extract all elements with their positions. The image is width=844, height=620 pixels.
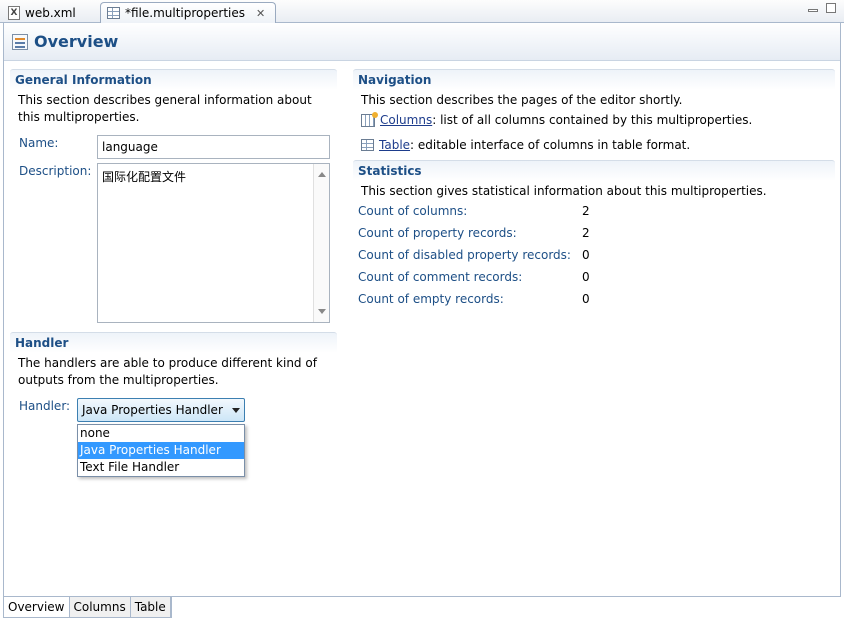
columns-icon — [361, 111, 378, 127]
window-controls — [808, 3, 836, 13]
handler-dropdown-list: none Java Properties Handler Text File H… — [77, 424, 245, 477]
tab-web-xml[interactable]: X web.xml — [2, 2, 98, 23]
stat-row: Count of comment records: 0 — [358, 270, 590, 284]
stat-row: Count of disabled property records: 0 — [358, 248, 590, 262]
table-link[interactable]: Table — [379, 138, 410, 152]
stat-label: Count of comment records: — [358, 270, 523, 284]
description-label: Description: — [19, 164, 92, 178]
scroll-down-icon[interactable] — [318, 309, 326, 314]
xml-file-icon: X — [8, 5, 20, 20]
maximize-icon[interactable] — [826, 3, 836, 13]
table-description: : editable interface of columns in table… — [410, 138, 691, 152]
section-description: This section gives statistical informati… — [361, 184, 767, 198]
statistics-section: Statistics This section gives statistica… — [353, 160, 835, 310]
stat-label: Count of property records: — [358, 226, 517, 240]
columns-description: : list of all columns contained by this … — [432, 113, 753, 127]
dropdown-option[interactable]: none — [78, 425, 244, 442]
scroll-up-icon[interactable] — [318, 172, 326, 177]
section-title: Handler — [10, 332, 337, 353]
tab-columns[interactable]: Columns — [70, 597, 131, 617]
stat-value: 2 — [582, 226, 590, 240]
section-description: This section describes the pages of the … — [361, 93, 683, 107]
dropdown-option[interactable]: Text File Handler — [78, 459, 244, 476]
editor-tab-bar: X web.xml *file.multiproperties ✕ — [0, 0, 844, 23]
stat-label: Count of disabled property records: — [358, 248, 571, 262]
nav-item-table: Table: editable interface of columns in … — [361, 138, 690, 152]
general-information-section: General Information This section describ… — [10, 69, 337, 327]
form-header: Overview — [4, 23, 840, 61]
tab-label: web.xml — [25, 5, 76, 20]
stat-label: Count of empty records: — [358, 292, 504, 306]
table-icon — [361, 139, 374, 151]
stat-row: Count of property records: 2 — [358, 226, 590, 240]
section-description: This section describes general informati… — [18, 93, 312, 124]
description-field[interactable]: 国际化配置文件 — [97, 163, 330, 323]
tab-label: *file.multiproperties — [125, 6, 245, 20]
stat-value: 0 — [582, 270, 590, 284]
stat-value: 0 — [582, 292, 590, 306]
tab-file-multiproperties[interactable]: *file.multiproperties ✕ — [100, 2, 276, 23]
section-description: The handlers are able to produce differe… — [18, 356, 317, 387]
dropdown-option-selected[interactable]: Java Properties Handler — [78, 442, 244, 459]
tab-overview[interactable]: Overview — [4, 597, 70, 617]
page-title: Overview — [34, 32, 119, 51]
navigation-section: Navigation This section describes the pa… — [353, 69, 835, 159]
chevron-down-icon — [232, 407, 240, 413]
handler-section: Handler The handlers are able to produce… — [10, 332, 337, 482]
editor-page-tabs: Overview Columns Table — [3, 597, 172, 618]
handler-label: Handler: — [19, 399, 71, 413]
stat-row: Count of columns: 2 — [358, 204, 590, 218]
section-title: Statistics — [353, 160, 835, 181]
handler-selected-value: Java Properties Handler — [82, 403, 223, 417]
description-text: 国际化配置文件 — [102, 170, 187, 184]
section-title: General Information — [10, 69, 337, 90]
editor-area: Overview General Information This sectio… — [3, 23, 841, 597]
stat-value: 0 — [582, 248, 590, 262]
stat-label: Count of columns: — [358, 204, 468, 218]
nav-item-columns: Columns: list of all columns contained b… — [361, 111, 753, 127]
minimize-icon[interactable] — [808, 9, 818, 12]
name-label: Name: — [19, 136, 59, 150]
name-field[interactable]: language — [97, 135, 330, 159]
stat-value: 2 — [582, 204, 590, 218]
tab-table[interactable]: Table — [131, 597, 171, 617]
handler-select[interactable]: Java Properties Handler — [77, 398, 245, 422]
section-title: Navigation — [353, 69, 835, 90]
description-scrollbar[interactable] — [313, 164, 329, 322]
overview-icon — [12, 33, 28, 50]
close-tab-icon[interactable]: ✕ — [256, 7, 265, 20]
stat-row: Count of empty records: 0 — [358, 292, 590, 306]
columns-link[interactable]: Columns — [380, 113, 432, 127]
table-file-icon — [107, 7, 120, 19]
